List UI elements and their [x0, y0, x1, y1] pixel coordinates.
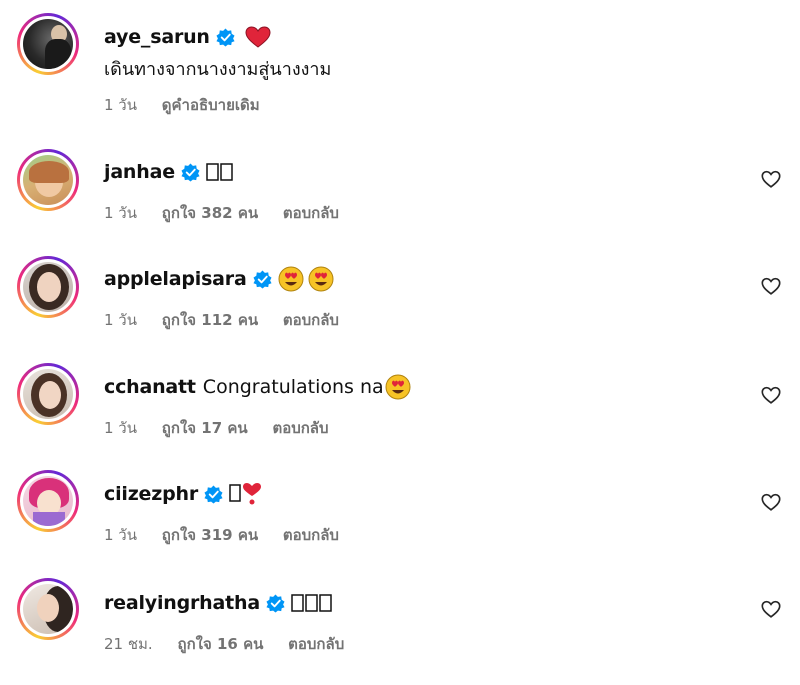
likes-count[interactable]: ถูกใจ 16 คน [177, 635, 263, 653]
heart-outline-icon[interactable] [760, 384, 782, 406]
comment-time: 1 วัน [104, 204, 137, 222]
reply-button[interactable]: ตอบกลับ [283, 311, 339, 329]
heart-eyes-emoji-icon [385, 374, 411, 400]
unrendered-glyph-icon [206, 163, 233, 181]
verified-badge-icon [216, 27, 235, 47]
heart-eyes-emoji-icon [278, 266, 334, 292]
heart-outline-icon[interactable] [760, 491, 782, 513]
verified-badge-icon [253, 269, 272, 289]
heart-outline-icon[interactable] [760, 275, 782, 297]
caption-text: เดินทางจากนางงามสู่นางงาม [104, 59, 332, 80]
comment-meta: 1 วัน ถูกใจ 112 คน ตอบกลับ [104, 310, 359, 330]
avatar-ciizezphr[interactable] [17, 470, 79, 532]
likes-count[interactable]: ถูกใจ 17 คน [162, 419, 248, 437]
avatar-janhae[interactable] [17, 149, 79, 211]
comment-meta: 1 วัน ถูกใจ 17 คน ตอบกลับ [104, 418, 349, 438]
comment-meta: 21 ชม. ถูกใจ 16 คน ตอบกลับ [104, 634, 364, 654]
avatar-realyingrhatha[interactable] [17, 578, 79, 640]
comment-header: aye_sarun [104, 24, 271, 50]
username[interactable]: aye_sarun [104, 24, 210, 50]
username[interactable]: ciizezphr [104, 481, 198, 507]
verified-badge-icon [266, 593, 285, 613]
comment-header: cchanatt Congratulations na [104, 374, 411, 400]
likes-count[interactable]: ถูกใจ 319 คน [162, 526, 258, 544]
comment-time: 1 วัน [104, 311, 137, 329]
comment-time: 1 วัน [104, 96, 137, 114]
heart-outline-icon[interactable] [760, 598, 782, 620]
username[interactable]: cchanatt [104, 374, 196, 400]
see-original-caption-button[interactable]: ดูคำอธิบายเดิม [162, 96, 260, 114]
comment-header: realyingrhatha [104, 590, 333, 616]
comment-meta: 1 วัน ถูกใจ 319 คน ตอบกลับ [104, 525, 359, 545]
likes-count[interactable]: ถูกใจ 382 คน [162, 204, 258, 222]
verified-badge-icon [204, 484, 223, 504]
username[interactable]: janhae [104, 159, 175, 185]
comment-text: Congratulations na [202, 376, 384, 398]
unrendered-glyph-icon [291, 594, 332, 612]
reply-button[interactable]: ตอบกลับ [288, 635, 344, 653]
comment-meta: 1 วัน ถูกใจ 382 คน ตอบกลับ [104, 203, 359, 223]
comment-header: janhae [104, 159, 234, 185]
heart-exclamation-icon [229, 483, 261, 505]
avatar-applelapisara[interactable] [17, 256, 79, 318]
red-heart-icon [245, 26, 271, 48]
reply-button[interactable]: ตอบกลับ [272, 419, 328, 437]
reply-button[interactable]: ตอบกลับ [283, 204, 339, 222]
verified-badge-icon [181, 162, 200, 182]
username[interactable]: realyingrhatha [104, 590, 260, 616]
comment-header: applelapisara [104, 266, 334, 292]
avatar-cchanatt[interactable] [17, 363, 79, 425]
heart-outline-icon[interactable] [760, 168, 782, 190]
comment-time: 21 ชม. [104, 635, 153, 653]
comment-time: 1 วัน [104, 419, 137, 437]
comment-time: 1 วัน [104, 526, 137, 544]
comment-header: ciizezphr [104, 481, 263, 507]
comment-meta: 1 วัน ดูคำอธิบายเดิม [104, 95, 280, 115]
reply-button[interactable]: ตอบกลับ [283, 526, 339, 544]
username[interactable]: applelapisara [104, 266, 247, 292]
avatar-aye-sarun[interactable] [17, 13, 79, 75]
likes-count[interactable]: ถูกใจ 112 คน [162, 311, 258, 329]
